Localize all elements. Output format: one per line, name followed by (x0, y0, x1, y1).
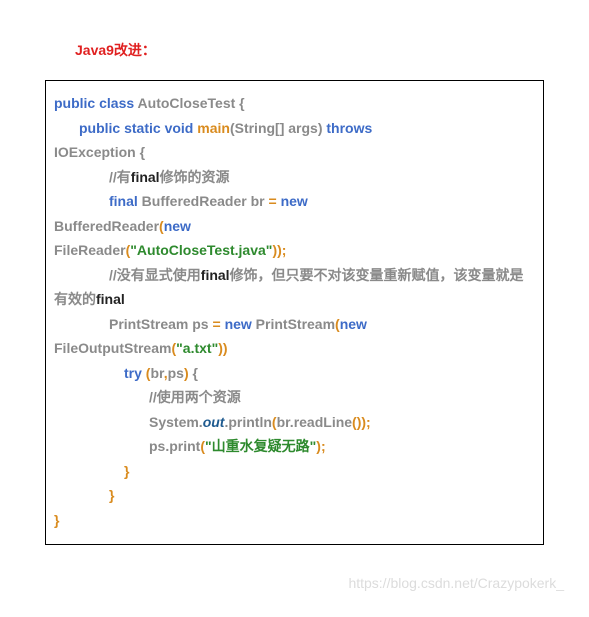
code-line: } (54, 508, 535, 533)
keyword: try (124, 365, 142, 381)
code-line: try (br,ps) { (54, 361, 535, 386)
code-line: //没有显式使用final修饰，但只要不对该变量重新赋值，该变量就是有效的fin… (54, 263, 535, 312)
code-line: final BufferedReader br = new (54, 189, 535, 214)
document-container: Java9改进： public class AutoCloseTest { pu… (0, 0, 589, 565)
keyword: new (340, 316, 367, 332)
watermark: https://blog.csdn.net/Crazypokerk_ (0, 565, 589, 601)
var: br (150, 365, 163, 381)
code-line: //有final修饰的资源 (54, 165, 535, 190)
keyword: final (201, 267, 230, 283)
code-line: PrintStream ps = new PrintStream(new (54, 312, 535, 337)
keyword: public class (54, 95, 134, 111)
code-line: IOException { (54, 140, 535, 165)
call: br.readLine (277, 414, 352, 430)
code-block: public class AutoCloseTest { public stat… (45, 80, 544, 545)
brace: } (109, 487, 114, 503)
comment: 修饰的资源 (160, 169, 230, 185)
code-line: System.out.println(br.readLine()); (54, 410, 535, 435)
code-line: ps.print("山重水复疑无路"); (54, 434, 535, 459)
method: .println (224, 414, 271, 430)
keyword: final (96, 291, 125, 307)
code-line: FileReader("AutoCloseTest.java")); (54, 238, 535, 263)
ctor: FileReader (54, 242, 126, 258)
code-line: //使用两个资源 (54, 385, 535, 410)
keyword: new (281, 193, 308, 209)
code-line: public class AutoCloseTest { (54, 91, 535, 116)
method: main (193, 120, 230, 136)
field: out (203, 414, 225, 430)
code-line: FileOutputStream("a.txt")) (54, 336, 535, 361)
class-name: AutoCloseTest { (134, 95, 244, 111)
operator: = (212, 316, 224, 332)
code-line: BufferedReader(new (54, 214, 535, 239)
string: "山重水复疑无路" (205, 438, 316, 454)
exception: IOException { (54, 144, 145, 160)
code-line: } (54, 459, 535, 484)
comment: //有 (109, 169, 131, 185)
comment: //没有显式使用 (109, 267, 201, 283)
paren: ); (316, 438, 325, 454)
string: "AutoCloseTest.java" (130, 242, 272, 258)
ctor: PrintStream (252, 316, 335, 332)
keyword: public static void (79, 120, 193, 136)
var: PrintStream ps (109, 316, 212, 332)
keyword: new (164, 218, 191, 234)
paren: )); (272, 242, 286, 258)
ctor: FileOutputStream (54, 340, 171, 356)
operator: = (268, 193, 280, 209)
keyword: throws (323, 120, 373, 136)
keyword: final (109, 193, 138, 209)
class: System. (149, 414, 203, 430)
paren: ()); (352, 414, 371, 430)
keyword: new (225, 316, 252, 332)
brace: } (54, 512, 59, 528)
brace: } (124, 463, 129, 479)
params: (String[] args) (230, 120, 323, 136)
keyword: final (131, 169, 160, 185)
code-line: } (54, 483, 535, 508)
call: ps.print (149, 438, 200, 454)
comment: //使用两个资源 (149, 389, 241, 405)
section-title: Java9改进： (75, 40, 544, 60)
var: BufferedReader br (138, 193, 269, 209)
string: "a.txt" (176, 340, 218, 356)
var: ps (168, 365, 184, 381)
paren: )) (218, 340, 227, 356)
code-line: public static void main(String[] args) t… (54, 116, 535, 141)
ctor: BufferedReader (54, 218, 159, 234)
brace: { (189, 365, 198, 381)
